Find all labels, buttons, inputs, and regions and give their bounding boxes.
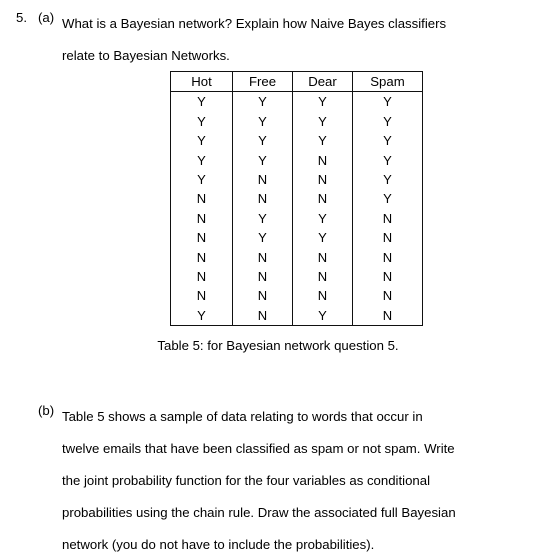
table-cell: Y [232, 131, 293, 151]
table-cell: N [352, 228, 423, 248]
table-cell: N [232, 286, 293, 306]
question-5b-text: Table 5 shows a sample of data relating … [62, 401, 540, 553]
data-table-container: Hot Free Dear Spam YYYYYYYYYYYYYYNYYNNYN… [170, 71, 423, 327]
table-row: NYYN [170, 228, 423, 248]
table-cell: N [352, 286, 423, 306]
table-cell: Y [352, 189, 423, 209]
table-cell: N [170, 189, 233, 209]
table-row: NYYN [170, 208, 423, 229]
table-cell: N [352, 305, 423, 326]
table-cell: N [292, 170, 353, 190]
table-cell: N [352, 247, 423, 268]
column-header-spam: Spam [352, 71, 423, 93]
column-header-free: Free [232, 71, 293, 93]
part-label-b: (b) [38, 403, 55, 418]
question-5b-line-2: twelve emails that have been classified … [62, 441, 455, 456]
table-row: NNNN [170, 286, 423, 306]
question-5b-line-3: the joint probability function for the f… [62, 473, 431, 488]
table-cell: Y [170, 305, 233, 326]
table-row: YYYY [170, 91, 423, 112]
table-cell: Y [292, 111, 353, 132]
table-cell: Y [232, 150, 293, 171]
table-row: NNNY [170, 189, 423, 209]
table-cell: N [292, 150, 353, 171]
table-cell: Y [292, 131, 353, 151]
question-5a-text: What is a Bayesian network? Explain how … [62, 8, 540, 72]
question-number: 5. [16, 10, 27, 25]
question-5b-line-1: Table 5 shows a sample of data relating … [62, 409, 423, 424]
table-cell: N [352, 267, 423, 287]
table-cell: Y [292, 91, 353, 112]
table-row: YNYN [170, 305, 423, 326]
question-5a-line-2: relate to Bayesian Networks. [62, 48, 230, 63]
table-cell: N [232, 189, 293, 209]
table-cell: N [170, 208, 233, 229]
table-row: NNNN [170, 267, 423, 287]
bayesian-data-table: Hot Free Dear Spam YYYYYYYYYYYYYYNYYNNYN… [170, 71, 423, 327]
table-cell: N [232, 170, 293, 190]
question-5a-line-1: What is a Bayesian network? Explain how … [62, 16, 447, 31]
table-row: YYYY [170, 111, 423, 132]
part-label-a: (a) [38, 10, 55, 25]
column-header-hot: Hot [170, 71, 233, 93]
table-cell: Y [232, 91, 293, 112]
table-cell: Y [170, 150, 233, 171]
table-cell: Y [352, 111, 423, 132]
table-cell: N [352, 208, 423, 229]
table-row: YYYY [170, 131, 423, 151]
table-row: NNNN [170, 247, 423, 268]
table-cell: N [292, 286, 353, 306]
column-header-dear: Dear [292, 71, 353, 93]
table-cell: Y [170, 170, 233, 190]
table-row: YNNY [170, 170, 423, 190]
table-cell: Y [352, 150, 423, 171]
table-cell: Y [352, 91, 423, 112]
table-cell: N [232, 267, 293, 287]
table-cell: Y [232, 111, 293, 132]
document-page: 5. (a) What is a Bayesian network? Expla… [0, 0, 556, 553]
table-cell: N [292, 247, 353, 268]
table-cell: Y [292, 305, 353, 326]
table-cell: N [170, 247, 233, 268]
table-cell: N [232, 247, 293, 268]
table-cell: Y [292, 208, 353, 229]
table-cell: Y [352, 170, 423, 190]
table-cell: N [170, 286, 233, 306]
question-5b-line-4: probabilities using the chain rule. Draw… [62, 505, 456, 520]
table-cell: Y [170, 91, 233, 112]
table-cell: N [170, 228, 233, 248]
table-cell: Y [232, 208, 293, 229]
table-cell: Y [170, 131, 233, 151]
table-cell: Y [292, 228, 353, 248]
table-cell: N [170, 267, 233, 287]
table-row: YYNY [170, 150, 423, 171]
table-cell: Y [352, 131, 423, 151]
table-cell: N [292, 189, 353, 209]
table-cell: N [232, 305, 293, 326]
question-5b-line-5: network (you do not have to include the … [62, 537, 375, 552]
table-cell: N [292, 267, 353, 287]
table-body: YYYYYYYYYYYYYYNYYNNYNNNYNYYNNYYNNNNNNNNN… [170, 91, 423, 326]
table-cell: Y [232, 228, 293, 248]
table-cell: Y [170, 111, 233, 132]
table-header-row: Hot Free Dear Spam [170, 71, 423, 93]
table-caption: Table 5: for Bayesian network question 5… [157, 338, 399, 353]
